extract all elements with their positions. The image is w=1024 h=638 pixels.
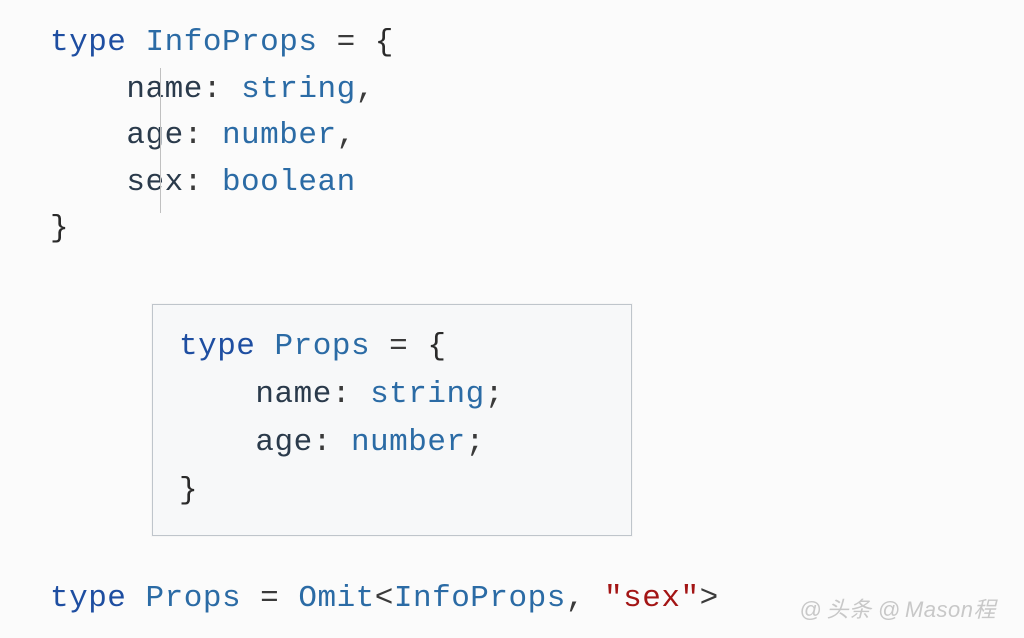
property-name: name: [255, 377, 331, 412]
type-name: Props: [146, 581, 242, 616]
property-name: sex: [126, 165, 183, 200]
tooltip-line-1: type Props = {: [179, 323, 605, 371]
code-line-4: sex: boolean: [50, 160, 974, 207]
keyword-type: type: [50, 25, 126, 60]
utility-type: Omit: [298, 581, 374, 616]
primitive-type: string: [241, 72, 356, 107]
code-line-bottom: type Props = Omit<InfoProps, "sex">: [50, 576, 719, 623]
type-name: Props: [275, 329, 371, 364]
tooltip-line-4: }: [179, 467, 605, 515]
indent-guide: [160, 68, 161, 213]
hover-tooltip: type Props = { name: string; age: number…: [152, 304, 632, 536]
keyword-type: type: [50, 581, 126, 616]
type-reference: InfoProps: [394, 581, 566, 616]
keyword-type: type: [179, 329, 255, 364]
primitive-type: string: [370, 377, 485, 412]
main-code-block: type InfoProps = { name: string, age: nu…: [50, 20, 974, 253]
string-literal: "sex": [604, 581, 700, 616]
code-line-5: }: [50, 206, 974, 253]
type-name: InfoProps: [146, 25, 318, 60]
property-name: age: [255, 425, 312, 460]
watermark: @头条 @Mason程: [800, 593, 996, 626]
code-line-2: name: string,: [50, 67, 974, 114]
primitive-type: number: [351, 425, 466, 460]
property-name: name: [126, 72, 202, 107]
primitive-type: number: [222, 118, 337, 153]
property-name: age: [126, 118, 183, 153]
code-line-1: type InfoProps = {: [50, 20, 974, 67]
tooltip-line-3: age: number;: [179, 419, 605, 467]
primitive-type: boolean: [222, 165, 356, 200]
tooltip-line-2: name: string;: [179, 371, 605, 419]
code-line-3: age: number,: [50, 113, 974, 160]
